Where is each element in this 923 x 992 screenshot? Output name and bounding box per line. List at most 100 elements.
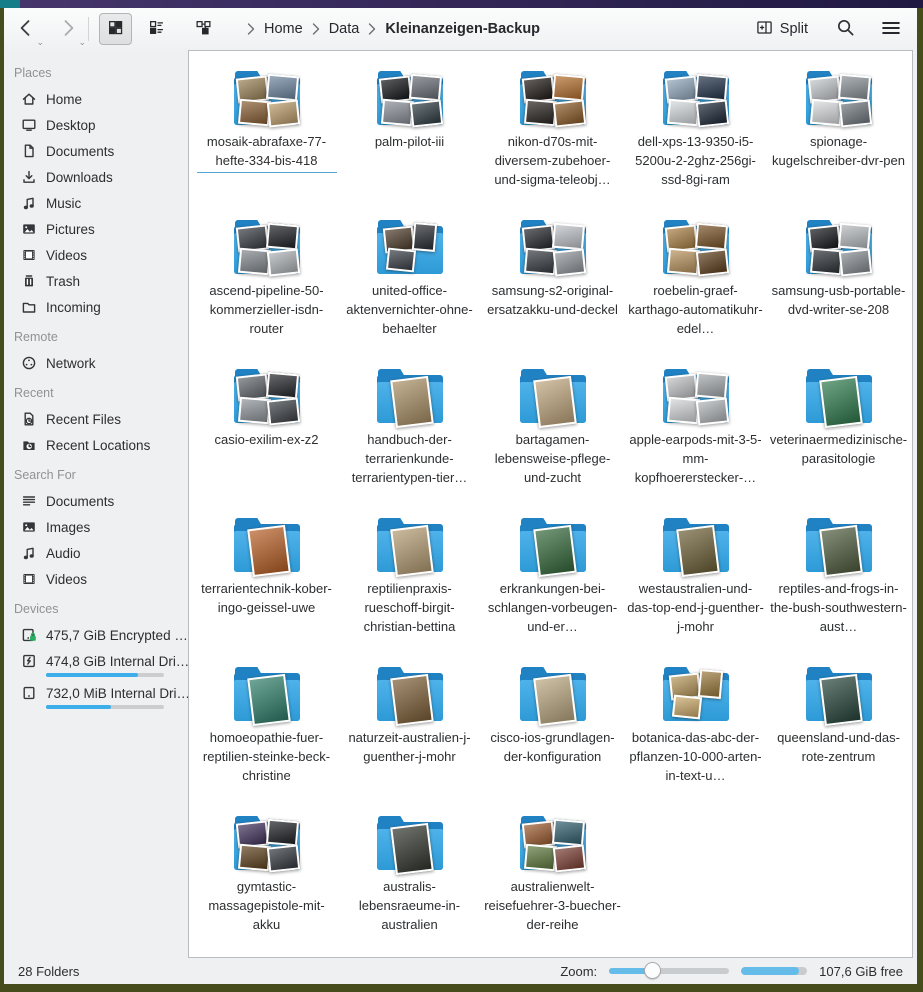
folder-item[interactable]: veterinaermedizinische-parasitologie [767,361,910,510]
thumbnail-photo [390,525,434,577]
thumbnail-photo [695,222,728,250]
thumbnail-photo [553,248,586,276]
sidebar-item-recent-files[interactable]: Recent Files [4,406,188,432]
sidebar-item-documents[interactable]: Documents [4,488,188,514]
sidebar-section-title: Places [14,66,188,80]
sidebar-item-pictures[interactable]: Pictures [4,216,188,242]
folder-label: handbuch-der-terrarienkunde-terrarientyp… [341,430,479,487]
folder-icon [663,369,729,423]
folder-item[interactable]: palm-pilot-iii [338,63,481,212]
folder-icon [234,369,300,423]
zoom-slider[interactable] [609,962,729,980]
sidebar-item-label: Documents [46,144,114,159]
folder-label: dell-xps-13-9350-i5-5200u-2-2ghz-256gi-s… [627,132,765,189]
drive-icon [21,685,37,701]
forward-history-caret[interactable]: ⌄ [78,38,86,47]
zoom-slider-handle[interactable] [644,962,661,979]
sidebar-item-label: Downloads [46,170,113,185]
folder-view[interactable]: mosaik-abrafaxe-77-hefte-334-bis-418palm… [188,50,913,958]
folder-item[interactable]: cisco-ios-grundlagen-der-konfiguration [481,659,624,808]
film-icon [21,247,37,263]
folder-item[interactable]: gymtastic-massagepistole-mit-akku [195,808,338,957]
folder-item[interactable]: mosaik-abrafaxe-77-hefte-334-bis-418 [195,63,338,212]
sidebar-item-incoming[interactable]: Incoming [4,294,188,320]
sidebar-item-home[interactable]: Home [4,86,188,112]
free-space-bar [741,967,807,975]
thumbnail-photo [247,525,291,577]
back-button[interactable]: ⌄ [12,16,40,43]
folder-grid: mosaik-abrafaxe-77-hefte-334-bis-418palm… [189,51,912,957]
folder-icon [663,518,729,572]
film-icon [21,571,37,587]
sidebar-item-network[interactable]: Network [4,350,188,376]
search-button[interactable] [832,16,859,42]
folder-label: mosaik-abrafaxe-77-hefte-334-bis-418 [197,132,337,173]
icons-view-button[interactable] [99,13,132,45]
folder-label: homoeopathie-fuer-reptilien-steinke-beck… [198,728,336,785]
folder-item[interactable]: botanica-das-abc-der-pflanzen-10-000-art… [624,659,767,808]
breadcrumb-item[interactable]: Data [329,21,360,37]
sidebar-item-desktop[interactable]: Desktop [4,112,188,138]
sidebar-item-videos[interactable]: Videos [4,242,188,268]
sidebar-item-images[interactable]: Images [4,514,188,540]
folder-item[interactable]: terrarientechnik-kober-ingo-geissel-uwe [195,510,338,659]
folder-item[interactable]: naturzeit-australien-j-guenther-j-mohr [338,659,481,808]
forward-button[interactable]: ⌄ [54,16,82,43]
sidebar-item-label: Pictures [46,222,95,237]
folder-item[interactable]: ascend-pipeline-50-kommerzieller-isdn-ro… [195,212,338,361]
folder-label: reptiles-and-frogs-in-the-bush-southwest… [770,579,908,636]
folder-item[interactable]: queensland-und-das-rote-zentrum [767,659,910,808]
folder-item[interactable]: casio-exilim-ex-z2 [195,361,338,510]
sidebar-item-475-7-gib-encrypted[interactable]: 475,7 GiB Encrypted … [4,622,188,648]
sidebar-item-audio[interactable]: Audio [4,540,188,566]
sidebar-item-videos[interactable]: Videos [4,566,188,592]
breadcrumb-item[interactable]: Home [264,21,303,37]
folder-item[interactable]: nikon-d70s-mit-diversem-zubehoer-und-sig… [481,63,624,212]
thumbnail-photo [553,844,586,872]
folder-icon [234,816,300,870]
folder-item[interactable]: handbuch-der-terrarienkunde-terrarientyp… [338,361,481,510]
folder-item[interactable]: apple-earpods-mit-3-5-mm-kopfhoerersteck… [624,361,767,510]
breadcrumb-item[interactable]: Kleinanzeigen-Backup [385,21,540,37]
folder-item[interactable]: australienwelt-reisefuehrer-3-buecher-de… [481,808,624,957]
hamburger-icon [881,19,901,40]
folder-item[interactable]: australis-lebensraeume-in-australien [338,808,481,957]
folder-item[interactable]: samsung-s2-original-ersatzakku-und-decke… [481,212,624,361]
thumbnail-photo [696,397,729,425]
thumbnail-photo [838,73,871,101]
sidebar-item-trash[interactable]: Trash [4,268,188,294]
sidebar-item-474-8-gib-internal-dri[interactable]: 474,8 GiB Internal Dri… [4,648,188,674]
thumbnail-photo [266,73,299,101]
sidebar-item-documents[interactable]: Documents [4,138,188,164]
sidebar-item-downloads[interactable]: Downloads [4,164,188,190]
back-history-caret[interactable]: ⌄ [36,38,44,47]
folder-item[interactable]: westaustralien-und-das-top-end-j-guenthe… [624,510,767,659]
split-button[interactable]: Split [750,18,814,41]
folder-icon [234,71,300,125]
tree-view-button[interactable] [187,13,220,45]
folder-item[interactable]: spionage-kugelschreiber-dvr-pen [767,63,910,212]
folder-label: apple-earpods-mit-3-5-mm-kopfhoerersteck… [627,430,765,487]
folder-item[interactable]: roebelin-graef-karthago-automatikuhr-ede… [624,212,767,361]
sidebar-item-music[interactable]: Music [4,190,188,216]
sidebar-item-recent-locations[interactable]: Recent Locations [4,432,188,458]
folder-item[interactable]: samsung-usb-portable-dvd-writer-se-208 [767,212,910,361]
thumbnail-photo [839,99,872,127]
folder-item[interactable]: dell-xps-13-9350-i5-5200u-2-2ghz-256gi-s… [624,63,767,212]
folder-item[interactable]: erkrankungen-bei-schlangen-vorbeugen-und… [481,510,624,659]
folder-label: erkrankungen-bei-schlangen-vorbeugen-und… [484,579,622,636]
music-icon [21,195,37,211]
thumbnail-photo [390,823,434,875]
folder-item[interactable]: bartagamen-lebensweise-pflege-und-zucht [481,361,624,510]
trash-icon [21,273,37,289]
details-view-button[interactable] [140,13,173,45]
folder-item[interactable]: reptiles-and-frogs-in-the-bush-southwest… [767,510,910,659]
folder-icon [806,667,872,721]
sidebar-item-732-0-mib-internal-dri[interactable]: 732,0 MiB Internal Dri… [4,680,188,706]
folder-item[interactable]: united-office-aktenvernichter-ohne-behae… [338,212,481,361]
window-right-border [917,8,923,992]
menu-button[interactable] [877,17,905,42]
sidebar-item-label: Recent Files [46,412,121,427]
folder-item[interactable]: reptilienpraxis-rueschoff-birgit-christi… [338,510,481,659]
folder-item[interactable]: homoeopathie-fuer-reptilien-steinke-beck… [195,659,338,808]
